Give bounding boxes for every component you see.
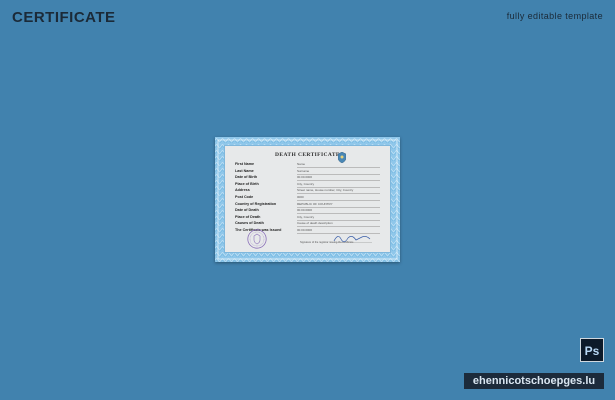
field-value: Name [297,162,380,168]
certificate-preview: DEATH CERTIFICATE First Name Name Last Na… [215,137,400,262]
signature-area: Signature of the registrar issuing the c… [300,232,372,246]
page-title: CERTIFICATE [12,9,116,26]
field-row: Last Name Surname [235,169,380,176]
field-label: Causes of Death [235,221,264,226]
field-row: Date of Death 00.00.0000 [235,208,380,215]
field-value: REPUBLIC OF COUNTRY [297,202,380,208]
field-label: Date of Death [235,208,259,213]
template-tagline: fully editable template [506,11,603,21]
field-row: Causes of Death Cause of death descriptio… [235,221,380,228]
field-label: Last Name [235,168,254,173]
field-value: 00.00.0000 [297,175,380,182]
field-value: Surname [297,169,380,175]
field-value: City, Country [297,215,380,221]
certificate-paper: DEATH CERTIFICATE First Name Name Last Na… [224,145,391,253]
field-label: First Name [235,162,255,166]
field-label: Place of Death [235,214,261,219]
field-value: City, Country [297,182,380,188]
field-row: Post Code 0000 [235,195,380,202]
field-row: Place of Death City, Country [235,215,380,222]
official-seal-icon [247,229,267,249]
signature-icon [332,235,372,243]
field-label: Address [235,188,250,193]
field-label: Country of Registration [235,201,277,206]
certificate-heading: DEATH CERTIFICATE [275,152,340,158]
field-row: Address Street name, House number, City, … [235,188,380,195]
field-label: Place of Birth [235,181,259,186]
field-value: 0000 [297,195,380,201]
field-value: Cause of death description [297,221,380,228]
watermark-label: ehennicotschoepges.lu [464,373,604,389]
field-label: Post Code [235,194,254,199]
field-label: Date of Birth [235,175,258,180]
photoshop-icon: Ps [580,338,604,362]
field-row: Place of Birth City, Country [235,182,380,189]
certificate-fields: First Name Name Last Name Surname Date of … [235,162,380,235]
field-row: Date of Birth 00.00.0000 [235,175,380,182]
field-row: Country of Registration REPUBLIC OF COUNT… [235,202,380,209]
field-value: Street name, House number, City, Country [297,188,380,195]
field-value: 00.00.0000 [297,208,380,215]
field-row: First Name Name [235,162,380,169]
